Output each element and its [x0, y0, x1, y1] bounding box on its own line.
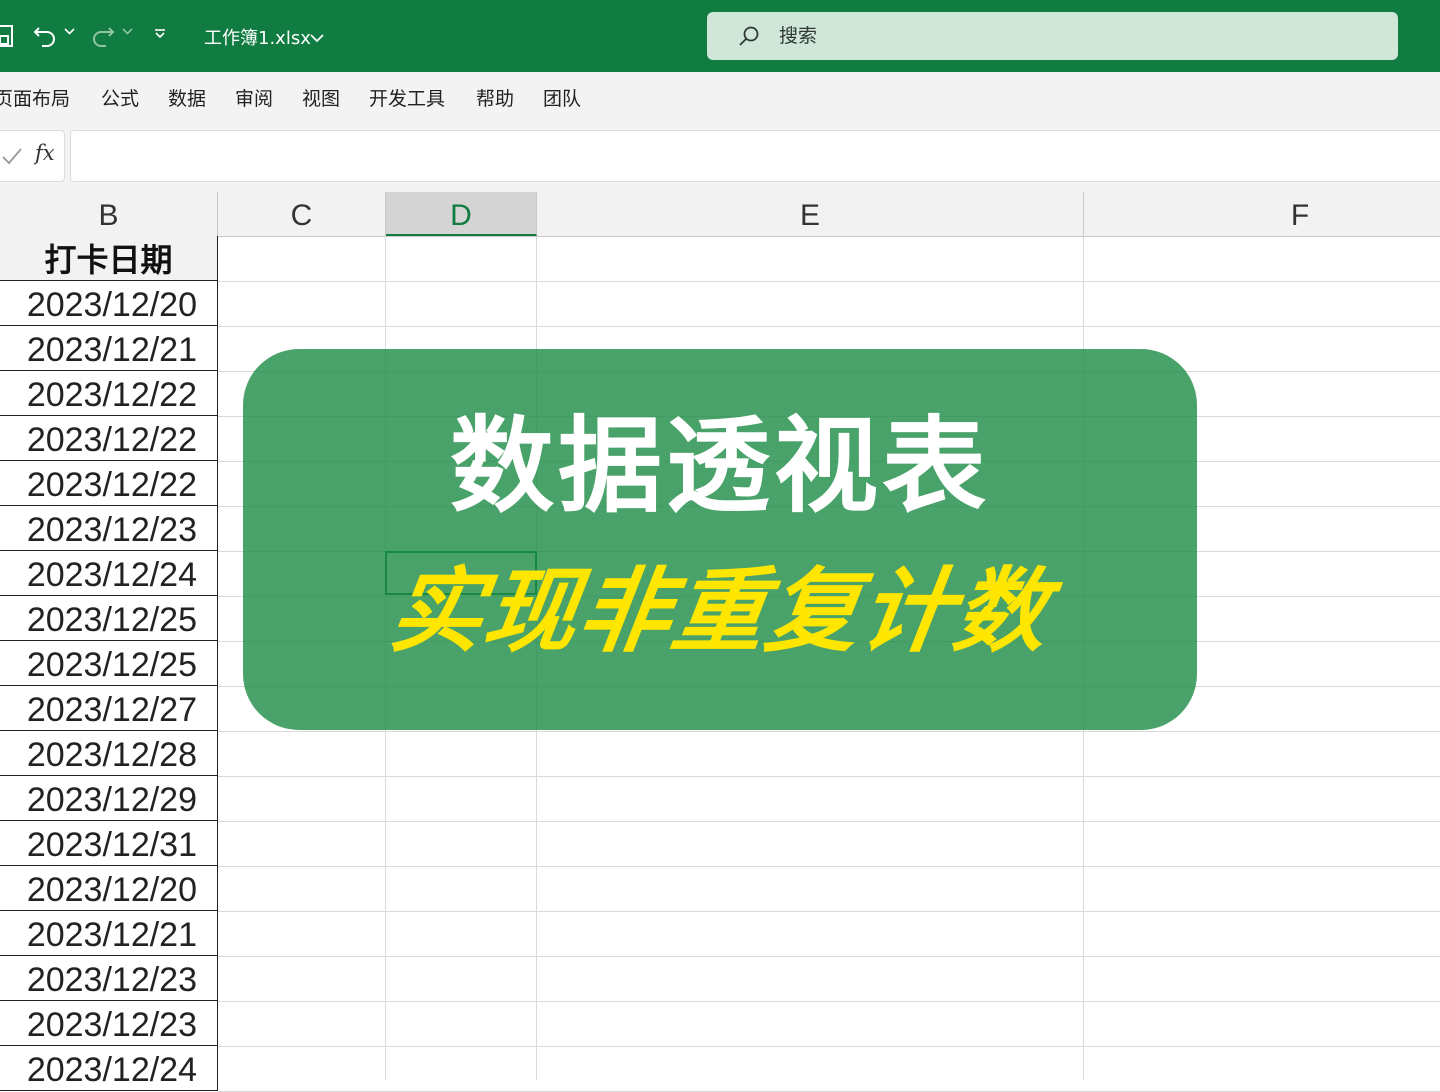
date-cell-value: 2023/12/24	[26, 556, 197, 594]
date-cell-value: 2023/12/22	[26, 376, 197, 414]
date-cell[interactable]: 2023/12/29	[0, 776, 218, 821]
date-cell[interactable]: 2023/12/25	[0, 596, 218, 641]
gridline	[218, 821, 1440, 822]
formula-input[interactable]	[70, 130, 1440, 182]
date-cell[interactable]: 2023/12/20	[0, 866, 218, 911]
banner-title: 数据透视表	[449, 405, 990, 527]
gridline	[218, 956, 1440, 957]
date-cell[interactable]: 2023/12/23	[0, 1001, 218, 1046]
title-chevron-down-icon[interactable]	[310, 28, 324, 43]
date-cell-value: 2023/12/27	[26, 691, 197, 729]
search-box[interactable]	[707, 12, 1398, 60]
formula-bar: fx	[0, 130, 1440, 192]
save-icon[interactable]	[0, 22, 16, 50]
column-header-b[interactable]: B	[0, 192, 218, 236]
gridline	[218, 1046, 1440, 1047]
date-cell[interactable]: 2023/12/22	[0, 416, 218, 461]
gridline	[218, 866, 1440, 867]
gridline	[218, 911, 1440, 912]
title-bar: 工作簿1.xlsx	[0, 0, 1440, 72]
tab-team[interactable]: 团队	[543, 84, 581, 111]
check-icon[interactable]	[1, 145, 23, 167]
column-header-e[interactable]: E	[537, 192, 1084, 236]
ribbon-tabs: 页面布局 公式 数据 审阅 视图 开发工具 帮助 团队	[0, 72, 1440, 130]
search-icon	[737, 24, 761, 48]
undo-icon[interactable]	[32, 22, 58, 50]
date-cell-value: 2023/12/23	[26, 511, 197, 549]
date-cell-value: 2023/12/25	[26, 601, 197, 639]
redo-icon[interactable]	[90, 22, 116, 50]
gridline	[218, 1001, 1440, 1002]
date-cell-value: 2023/12/23	[26, 1006, 197, 1044]
column-b-header-cell[interactable]: 打卡日期	[0, 236, 218, 281]
date-cell-value: 2023/12/20	[26, 871, 197, 909]
date-cell[interactable]: 2023/12/21	[0, 911, 218, 956]
date-cell-value: 2023/12/28	[26, 736, 197, 774]
overlay-banner: 数据透视表 实现非重复计数	[243, 349, 1197, 730]
tab-developer[interactable]: 开发工具	[369, 84, 445, 111]
date-cell-value: 2023/12/22	[26, 421, 197, 459]
date-cell-value: 2023/12/24	[26, 1051, 197, 1089]
customize-toolbar-icon[interactable]	[154, 28, 166, 43]
undo-dropdown-icon[interactable]	[64, 26, 75, 40]
gridline	[218, 326, 1440, 327]
gridline	[218, 731, 1440, 732]
search-input[interactable]	[779, 22, 1359, 50]
date-cell[interactable]: 2023/12/23	[0, 956, 218, 1001]
date-cell[interactable]: 2023/12/24	[0, 551, 218, 596]
date-cell[interactable]: 2023/12/23	[0, 506, 218, 551]
date-cell[interactable]: 2023/12/20	[0, 281, 218, 326]
date-cell-value: 2023/12/25	[26, 646, 197, 684]
column-header-d[interactable]: D	[386, 192, 537, 236]
banner-subtitle: 实现非重复计数	[383, 558, 1057, 665]
gridline	[218, 776, 1440, 777]
formula-controls: fx	[0, 130, 65, 182]
date-cell[interactable]: 2023/12/21	[0, 326, 218, 371]
date-cell[interactable]: 2023/12/31	[0, 821, 218, 866]
date-cell[interactable]: 2023/12/27	[0, 686, 218, 731]
date-cell-value: 2023/12/21	[26, 331, 197, 369]
tab-formulas[interactable]: 公式	[101, 84, 139, 111]
date-cell-value: 2023/12/21	[26, 916, 197, 954]
column-header-f[interactable]: F	[1084, 192, 1440, 236]
date-cell[interactable]: 2023/12/24	[0, 1046, 218, 1091]
date-cell-value: 2023/12/20	[26, 286, 197, 324]
column-header-c[interactable]: C	[218, 192, 386, 236]
date-cell-value: 2023/12/31	[26, 826, 197, 864]
redo-dropdown-icon[interactable]	[122, 26, 133, 40]
date-cell-value: 2023/12/23	[26, 961, 197, 999]
tab-data[interactable]: 数据	[168, 84, 206, 111]
tab-review[interactable]: 审阅	[235, 84, 273, 111]
date-cell-value: 2023/12/29	[26, 781, 197, 819]
date-cell[interactable]: 2023/12/28	[0, 731, 218, 776]
date-cell[interactable]: 2023/12/22	[0, 461, 218, 506]
tab-help[interactable]: 帮助	[476, 84, 514, 111]
column-headers: B C D E F	[0, 192, 1440, 237]
date-cell[interactable]: 2023/12/22	[0, 371, 218, 416]
tab-page-layout[interactable]: 页面布局	[0, 84, 70, 111]
tab-view[interactable]: 视图	[302, 84, 340, 111]
date-cell-value: 2023/12/22	[26, 466, 197, 504]
workbook-title[interactable]: 工作簿1.xlsx	[204, 24, 311, 50]
gridline	[218, 281, 1440, 282]
insert-function-icon[interactable]: fx	[35, 141, 55, 165]
date-cell[interactable]: 2023/12/25	[0, 641, 218, 686]
